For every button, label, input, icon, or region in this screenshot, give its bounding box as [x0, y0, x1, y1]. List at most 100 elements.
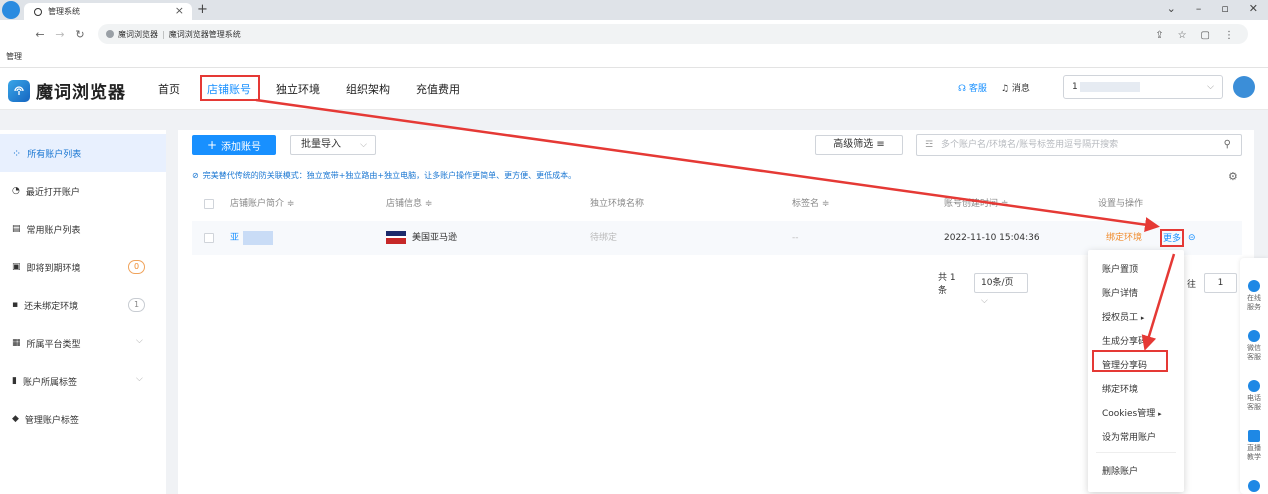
service-link[interactable]: ☊ 客服	[958, 81, 987, 94]
sidebar: ⁘ 所有账户列表 ◔ 最近打开账户 ▤ 常用账户列表 ▣ 即将到期环境 0 ▪ …	[0, 130, 166, 494]
menu-item-pin[interactable]: 账户置顶	[1102, 262, 1138, 275]
omnibox-separator: |	[162, 29, 165, 39]
new-tab-button[interactable]: +	[197, 2, 208, 17]
menu-item-delete[interactable]: 删除账户	[1102, 464, 1138, 477]
column-header[interactable]: 店铺信息 ≑	[386, 187, 432, 221]
list-icon: ▤	[12, 224, 21, 234]
table-row[interactable]: 亚 美国亚马逊 待绑定 -- 2022-11-10 15:04:36 绑定环境 …	[192, 221, 1242, 255]
sidebar-item-frequent[interactable]: ▤ 常用账户列表	[0, 210, 166, 248]
created-time-cell: 2022-11-10 15:04:36	[944, 233, 1040, 243]
live-teaching-button[interactable]: 直播 教学	[1243, 430, 1265, 462]
phone-icon	[1248, 380, 1260, 392]
chevron-down-icon: ⌵	[136, 374, 143, 384]
video-icon	[1248, 430, 1260, 442]
page-size-select[interactable]: 10条/页 ⌵	[974, 273, 1029, 306]
restore-icon[interactable]: ▫	[1221, 2, 1228, 15]
menu-item-details[interactable]: 账户详情	[1102, 286, 1138, 299]
environment-cell: 待绑定	[590, 233, 618, 243]
menu-divider	[1096, 452, 1176, 453]
app-logo[interactable]: 魔词浏览器	[8, 78, 126, 103]
browser-tab[interactable]: 管理系统 ×	[24, 3, 192, 20]
account-name-cell[interactable]: 亚	[230, 221, 274, 255]
omnibox-title: 魔词浏览器管理系统	[168, 29, 241, 39]
row-checkbox[interactable]	[204, 233, 214, 243]
grid-icon: ⁘	[12, 146, 22, 160]
bookmark-item[interactable]: 管理	[6, 52, 22, 61]
chevron-right-icon: ▸	[1140, 314, 1145, 322]
sidebar-item-manage-tags[interactable]: ◆ 管理账户标签	[0, 400, 166, 438]
browser-profile-icon[interactable]	[2, 1, 20, 19]
sidebar-item-all-accounts[interactable]: ⁘ 所有账户列表	[0, 134, 166, 172]
menu-item-set-frequent[interactable]: 设为常用账户	[1102, 430, 1156, 443]
sidebar-item-tag-group[interactable]: ▮ 账户所属标签 ⌵	[0, 362, 166, 400]
tag-icon: ◆	[12, 414, 19, 424]
sidebar-item-label: 即将到期环境	[26, 263, 81, 274]
sidebar-item-platform[interactable]: ▦ 所属平台类型 ⌵	[0, 324, 166, 362]
service-float-bar: 在线 服务 微信 客服 电话 客服 直播 教学	[1240, 258, 1268, 494]
more-options-icon[interactable]: ⊝	[1188, 221, 1196, 255]
chevron-down-icon: ⌵	[360, 140, 367, 150]
online-service-button[interactable]: 在线 服务	[1243, 280, 1265, 312]
account-select[interactable]: 1 ⌵	[1063, 75, 1223, 99]
group-icon[interactable]	[1243, 480, 1265, 494]
avatar[interactable]	[1233, 76, 1255, 98]
omnibox[interactable]: 魔词浏览器 | 魔词浏览器管理系统 ⇪ ☆ ▢ ⋮	[98, 24, 1248, 44]
menu-item-cookies[interactable]: Cookies管理 ▸	[1102, 406, 1162, 419]
bookmarks-bar: 管理	[0, 48, 1268, 68]
account-name-mask	[243, 230, 274, 245]
search-input[interactable]: ☲ 多个账户名/环境名/账号标签用逗号隔开搜索 ⚲	[916, 134, 1242, 156]
menu-item-authorize[interactable]: 授权员工 ▸	[1102, 310, 1144, 323]
add-account-label: 添加账号	[221, 141, 262, 153]
star-icon[interactable]: ☆	[1178, 30, 1187, 41]
logo-icon	[8, 79, 30, 102]
column-header[interactable]: 店铺账户简介 ≑	[230, 187, 294, 221]
gear-icon[interactable]: ⚙	[1228, 170, 1238, 183]
more-button[interactable]: 更多	[1160, 229, 1185, 247]
reload-icon[interactable]: ↻	[70, 28, 90, 41]
batch-import-label: 批量导入	[301, 139, 341, 150]
us-flag-icon	[386, 231, 406, 244]
platform-icon: ▦	[12, 338, 21, 348]
back-icon[interactable]: ←	[30, 28, 50, 41]
wechat-service-button[interactable]: 微信 客服	[1243, 330, 1265, 362]
nav-organization[interactable]: 组织架构	[346, 81, 390, 97]
column-header: 设置与操作	[1098, 199, 1144, 209]
sidebar-item-unbound[interactable]: ▪ 还未绑定环境 1	[0, 286, 166, 324]
add-account-button[interactable]: + 添加账号	[192, 135, 276, 155]
menu-item-bind-env[interactable]: 绑定环境	[1102, 382, 1138, 395]
tip-text: 完美替代传统的防关联模式：独立宽带+独立路由+独立电脑，让多账户操作更简单、更方…	[202, 171, 577, 180]
filter-icon: ≡	[876, 139, 885, 150]
sidebar-item-expiring[interactable]: ▣ 即将到期环境 0	[0, 248, 166, 286]
nav-environments[interactable]: 独立环境	[276, 81, 320, 97]
tab-close-icon[interactable]: ×	[175, 4, 184, 17]
messages-link[interactable]: ♫ 消息	[1001, 81, 1030, 94]
tip-banner: ⊘ 完美替代传统的防关联模式：独立宽带+独立路由+独立电脑，让多账户操作更简单、…	[192, 170, 576, 181]
sidebar-item-label: 管理账户标签	[24, 415, 79, 426]
column-header[interactable]: 标签名 ≑	[792, 187, 829, 221]
goto-page-input[interactable]: 1	[1203, 273, 1237, 293]
phone-service-button[interactable]: 电话 客服	[1243, 380, 1265, 412]
wechat-icon	[1248, 330, 1260, 342]
omnibox-site: 魔词浏览器	[118, 29, 158, 39]
menu-item-generate-share[interactable]: 生成分享码	[1102, 334, 1147, 347]
search-filter-icon: ☲	[925, 140, 934, 150]
platform-cell: 美国亚马逊	[386, 221, 457, 255]
forward-icon[interactable]: →	[50, 28, 70, 41]
close-window-icon[interactable]: ✕	[1249, 2, 1258, 15]
advanced-filter-button[interactable]: 高级筛选 ≡	[815, 135, 903, 155]
check-circle-icon: ⊘	[192, 171, 199, 180]
share-icon[interactable]: ⇪	[1155, 30, 1163, 41]
minimize-icon[interactable]: –	[1196, 2, 1202, 15]
menu-icon[interactable]: ⋮	[1224, 30, 1234, 41]
sidebar-item-recent[interactable]: ◔ 最近打开账户	[0, 172, 166, 210]
batch-import-button[interactable]: 批量导入 ⌵	[290, 135, 376, 155]
column-header[interactable]: 账号创建时间 ≑	[944, 187, 1008, 221]
search-icon[interactable]: ⚲	[1224, 135, 1231, 155]
sidepanel-icon[interactable]: ▢	[1201, 30, 1210, 41]
nav-home[interactable]: 首页	[158, 81, 180, 97]
tab-search-icon[interactable]: ⌄	[1167, 2, 1176, 15]
sidebar-item-label: 还未绑定环境	[24, 301, 79, 312]
count-badge: 0	[128, 260, 145, 274]
nav-recharge[interactable]: 充值费用	[416, 81, 460, 97]
select-all-checkbox[interactable]	[204, 199, 214, 209]
